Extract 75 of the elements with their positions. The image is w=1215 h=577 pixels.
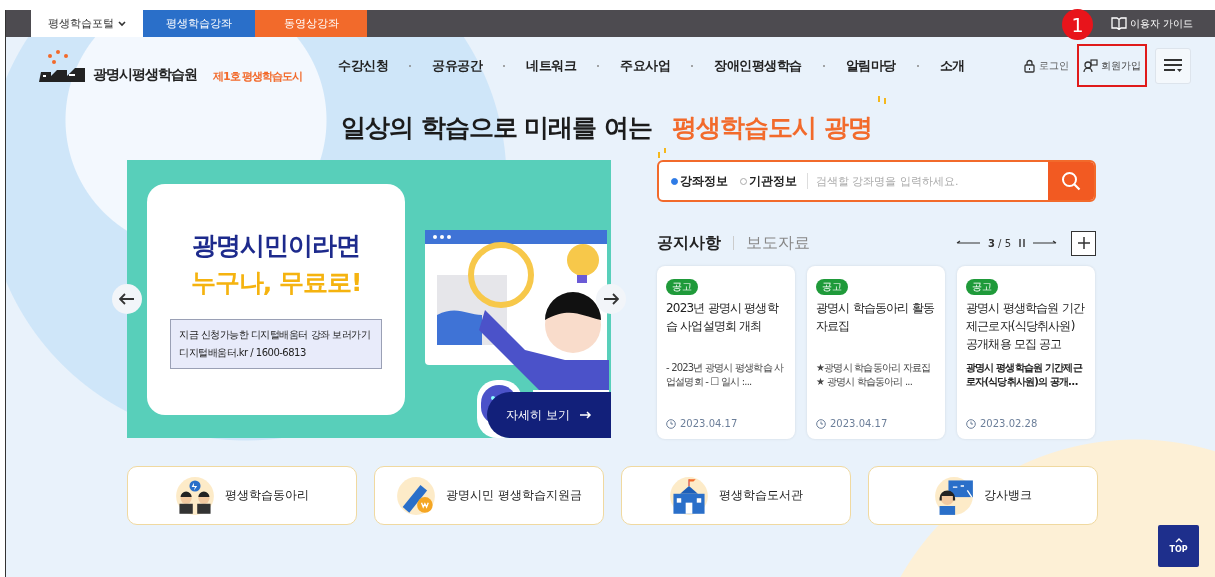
caret-icon xyxy=(118,20,126,27)
quick-link-icon xyxy=(934,475,974,516)
banner-subtitle: 누구나, 무료로! xyxy=(190,267,362,299)
caret-up-icon xyxy=(1174,538,1183,543)
notice-badge: 공고 xyxy=(666,279,698,295)
notice-card[interactable]: 공고 광명시 학습동아리 활동 자료집 ★광명시 학습동아리 자료집★ 광명시 학습동아리 ... 2023.04.17 xyxy=(807,266,945,439)
notice-summary: ★광명시 학습동아리 자료집★ 광명시 학습동아리 ... xyxy=(816,361,932,389)
quick-link-button[interactable]: 평생학습동아리 xyxy=(127,466,357,525)
arrow-left-icon xyxy=(119,293,135,305)
plus-icon xyxy=(1077,237,1090,249)
headline-text: 일상의 학습으로 미래를 여는 xyxy=(341,111,653,144)
clock-icon xyxy=(966,418,976,429)
notice-date: 2023.04.17 xyxy=(830,418,888,429)
notice-card[interactable]: 공고 2023년 광명시 평생학습 사업설명회 개최 - 2023년 광명시 평생학습 사업설명회 - ☐ 일시 :... 2023.04.17 xyxy=(657,266,795,439)
nav-link[interactable]: 알림마당 xyxy=(842,56,900,75)
menu-button[interactable] xyxy=(1155,47,1191,84)
details-button[interactable]: 자세히 보기 xyxy=(487,392,611,438)
banner-contact-text: 디지털배움터.kr / 1600-6813 xyxy=(179,346,307,360)
search-icon xyxy=(1061,171,1081,191)
next-arrow-icon[interactable] xyxy=(1033,240,1057,246)
notice-tab[interactable]: 공지사항 xyxy=(657,232,721,254)
search-field[interactable]: 검색할 강좌명을 입력하세요. xyxy=(807,173,1048,189)
notice-title: 광명시 학습동아리 활동 자료집 xyxy=(816,300,936,335)
previous-arrow-icon[interactable] xyxy=(955,240,980,246)
nav-link[interactable]: 장애인평생학습 xyxy=(710,56,806,75)
clock-icon xyxy=(666,418,676,429)
back-to-top-button[interactable]: TOP xyxy=(1158,525,1199,567)
headline-highlight: 평생학습도시 광명 xyxy=(672,111,872,144)
logo-icon xyxy=(37,47,87,84)
portal-tab[interactable]: 평생학습포털 xyxy=(31,10,143,37)
quick-link-icon xyxy=(175,475,215,516)
portal-tab[interactable]: 평생학습강좌 xyxy=(143,10,255,37)
notice-title: 2023년 광명시 평생학습 사업설명회 개최 xyxy=(666,300,780,335)
notice-card[interactable]: 공고 광명시 평생학습원 기간제근로자(식당취사원) 공개채용 모집 공고 광명시 평생학습원 기간제근로자(식당취사원)의 공개… 2023.02.28 xyxy=(957,266,1095,439)
nav-link[interactable]: 소개 xyxy=(936,56,969,75)
lock-icon xyxy=(1024,58,1035,73)
pause-icon[interactable] xyxy=(1019,239,1025,247)
user-guide-link[interactable]: 이용자 가이드 xyxy=(1110,10,1193,37)
search-type-radio[interactable]: 기관정보 xyxy=(740,172,797,190)
promo-banner[interactable]: 광명시민이라면 누구나, 무료로! 지금 신청가능한 디지털배움터 강좌 보러가기 디지털배움터.kr / 1600-6813 자세히 보기 xyxy=(127,160,611,438)
logo-name[interactable]: 광명시평생학습원 xyxy=(93,65,197,84)
banner-info-text: 지금 신청가능한 디지털배움터 강좌 보러가기 xyxy=(179,328,372,342)
more-button[interactable] xyxy=(1071,230,1096,256)
clock-icon xyxy=(816,418,826,429)
logo-slogan: 제1호 평생학습도시 xyxy=(213,68,303,84)
annotation-marker: 1 xyxy=(1062,9,1093,40)
quick-link-icon xyxy=(669,475,709,516)
quick-link-button[interactable]: 평생학습도서관 xyxy=(621,466,851,525)
signup-button[interactable]: 회원가입 xyxy=(1077,44,1147,87)
quick-link-button[interactable]: 광명시민 평생학습지원금 xyxy=(374,466,604,525)
notice-summary: - 2023년 광명시 평생학습 사업설명회 - ☐ 일시 :... xyxy=(666,361,785,389)
quick-link-icon xyxy=(396,475,437,516)
banner-title: 광명시민이라면 xyxy=(192,230,360,262)
arrow-right-icon xyxy=(603,293,619,305)
notice-badge: 공고 xyxy=(816,279,848,295)
search-button[interactable] xyxy=(1048,162,1094,200)
page-counter: 3 / 5 xyxy=(987,237,1011,249)
nav-link[interactable]: 공유공간 xyxy=(428,56,487,75)
notice-summary: 광명시 평생학습원 기간제근로자(식당취사원)의 공개… xyxy=(966,361,1084,389)
nav-link[interactable]: 주요사업 xyxy=(616,56,675,75)
previous-slide-button[interactable] xyxy=(112,284,142,314)
user-card-icon xyxy=(1083,58,1098,73)
search-type-radio[interactable]: 강좌정보 xyxy=(671,172,728,190)
menu-icon xyxy=(1163,58,1183,73)
quick-link-button[interactable]: 강사뱅크 xyxy=(868,466,1098,525)
notice-date: 2023.04.17 xyxy=(680,418,738,429)
arrow-right-icon xyxy=(579,411,592,419)
notice-title: 광명시 평생학습원 기간제근로자(식당취사원) 공개채용 모집 공고 xyxy=(966,300,1086,353)
notice-badge: 공고 xyxy=(966,279,998,295)
login-link[interactable]: 로그인 xyxy=(1024,58,1069,73)
nav-link[interactable]: 수강신청 xyxy=(334,56,393,75)
next-slide-button[interactable] xyxy=(596,284,626,314)
book-icon xyxy=(1110,17,1127,30)
notice-date: 2023.02.28 xyxy=(980,418,1038,429)
nav-link[interactable]: 네트워크 xyxy=(522,56,581,75)
